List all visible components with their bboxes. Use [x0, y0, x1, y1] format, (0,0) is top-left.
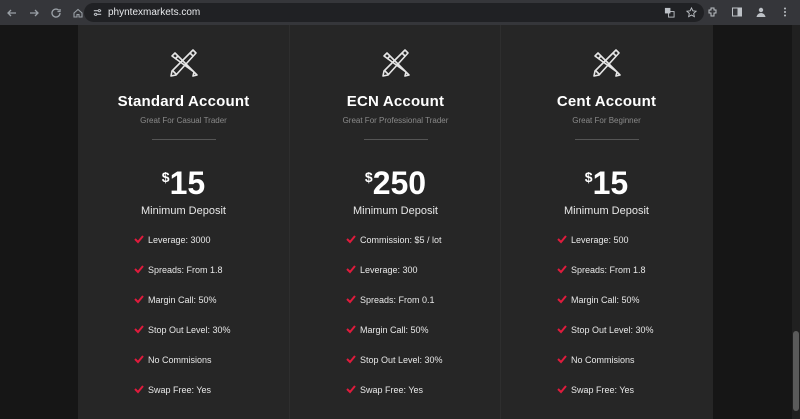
plan-subtitle: Great For Beginner — [572, 116, 641, 125]
plan-title: Standard Account — [117, 93, 250, 110]
forward-icon[interactable] — [24, 3, 44, 23]
back-icon[interactable] — [2, 3, 22, 23]
min-deposit-label: Minimum Deposit — [353, 205, 438, 217]
page-scrollbar[interactable] — [792, 25, 800, 419]
price-currency: $ — [161, 169, 170, 185]
feature-item: Margin Call: 50% — [557, 295, 654, 325]
check-icon — [346, 235, 356, 244]
menu-kebab-icon[interactable] — [776, 3, 794, 21]
feature-list: Commission: $5 / lot Leverage: 300 Sprea… — [346, 235, 443, 415]
plan-subtitle: Great For Casual Trader — [140, 116, 227, 125]
reload-icon[interactable] — [46, 3, 66, 23]
check-icon — [134, 355, 144, 364]
check-icon — [134, 325, 144, 334]
feature-item: Swap Free: Yes — [346, 385, 443, 415]
feature-item: Swap Free: Yes — [557, 385, 654, 415]
feature-item: Spreads: From 1.8 — [134, 265, 231, 295]
check-icon — [557, 355, 567, 364]
plan-card-cent: Cent Account Great For Beginner $15 Mini… — [501, 25, 712, 419]
price-currency: $ — [584, 169, 593, 185]
min-deposit-label: Minimum Deposit — [564, 205, 649, 217]
plan-card-ecn: ECN Account Great For Professional Trade… — [290, 25, 501, 419]
check-icon — [346, 325, 356, 334]
price-amount: 15 — [592, 165, 629, 201]
check-icon — [557, 385, 567, 394]
feature-item: Leverage: 300 — [346, 265, 443, 295]
design-tools-icon — [166, 47, 202, 83]
scrollbar-thumb[interactable] — [793, 331, 799, 411]
plan-price: $15 — [78, 165, 289, 202]
design-tools-icon — [378, 47, 414, 83]
plan-title: ECN Account — [346, 93, 445, 110]
site-info-icon[interactable] — [90, 6, 104, 20]
check-icon — [134, 385, 144, 394]
feature-item: Leverage: 500 — [557, 235, 654, 265]
feature-item: No Commisions — [134, 355, 231, 385]
check-icon — [557, 235, 567, 244]
plan-card-standard: Standard Account Great For Casual Trader… — [78, 25, 289, 419]
check-icon — [134, 295, 144, 304]
check-icon — [557, 265, 567, 274]
feature-item: Commission: $5 / lot — [346, 235, 443, 265]
extensions-icon[interactable] — [704, 3, 722, 21]
address-bar[interactable]: phyntexmarkets.com — [84, 3, 704, 22]
feature-list: Leverage: 3000 Spreads: From 1.8 Margin … — [134, 235, 231, 415]
title-rule — [574, 139, 639, 140]
translate-icon[interactable] — [662, 5, 676, 19]
feature-item: Stop Out Level: 30% — [557, 325, 654, 355]
feature-item: No Commisions — [557, 355, 654, 385]
feature-item: Stop Out Level: 30% — [134, 325, 231, 355]
check-icon — [134, 235, 144, 244]
title-rule — [363, 139, 428, 140]
check-icon — [346, 295, 356, 304]
url-text[interactable]: phyntexmarkets.com — [108, 7, 200, 18]
design-tools-icon — [589, 47, 625, 83]
check-icon — [346, 385, 356, 394]
feature-item: Swap Free: Yes — [134, 385, 231, 415]
feature-item: Spreads: From 1.8 — [557, 265, 654, 295]
check-icon — [346, 355, 356, 364]
feature-item: Stop Out Level: 30% — [346, 355, 443, 385]
title-rule — [151, 139, 216, 140]
price-currency: $ — [364, 169, 373, 185]
feature-item: Margin Call: 50% — [346, 325, 443, 355]
plan-price: $15 — [501, 165, 712, 202]
plan-subtitle: Great For Professional Trader — [342, 116, 449, 125]
min-deposit-label: Minimum Deposit — [141, 205, 226, 217]
price-amount: 250 — [372, 165, 427, 201]
profile-icon[interactable] — [752, 3, 770, 21]
page-content: Standard Account Great For Casual Trader… — [0, 25, 800, 419]
feature-item: Spreads: From 0.1 — [346, 295, 443, 325]
bookmark-star-icon[interactable] — [684, 5, 698, 19]
pricing-panel: Standard Account Great For Casual Trader… — [78, 25, 713, 419]
check-icon — [557, 325, 567, 334]
price-amount: 15 — [169, 165, 206, 201]
feature-list: Leverage: 500 Spreads: From 1.8 Margin C… — [557, 235, 654, 415]
feature-item: Margin Call: 50% — [134, 295, 231, 325]
plan-price: $250 — [290, 165, 501, 202]
feature-item: Leverage: 3000 — [134, 235, 231, 265]
side-panel-icon[interactable] — [728, 3, 746, 21]
check-icon — [557, 295, 567, 304]
plan-title: Cent Account — [556, 93, 657, 110]
browser-toolbar: phyntexmarkets.com — [0, 0, 800, 25]
check-icon — [346, 265, 356, 274]
check-icon — [134, 265, 144, 274]
